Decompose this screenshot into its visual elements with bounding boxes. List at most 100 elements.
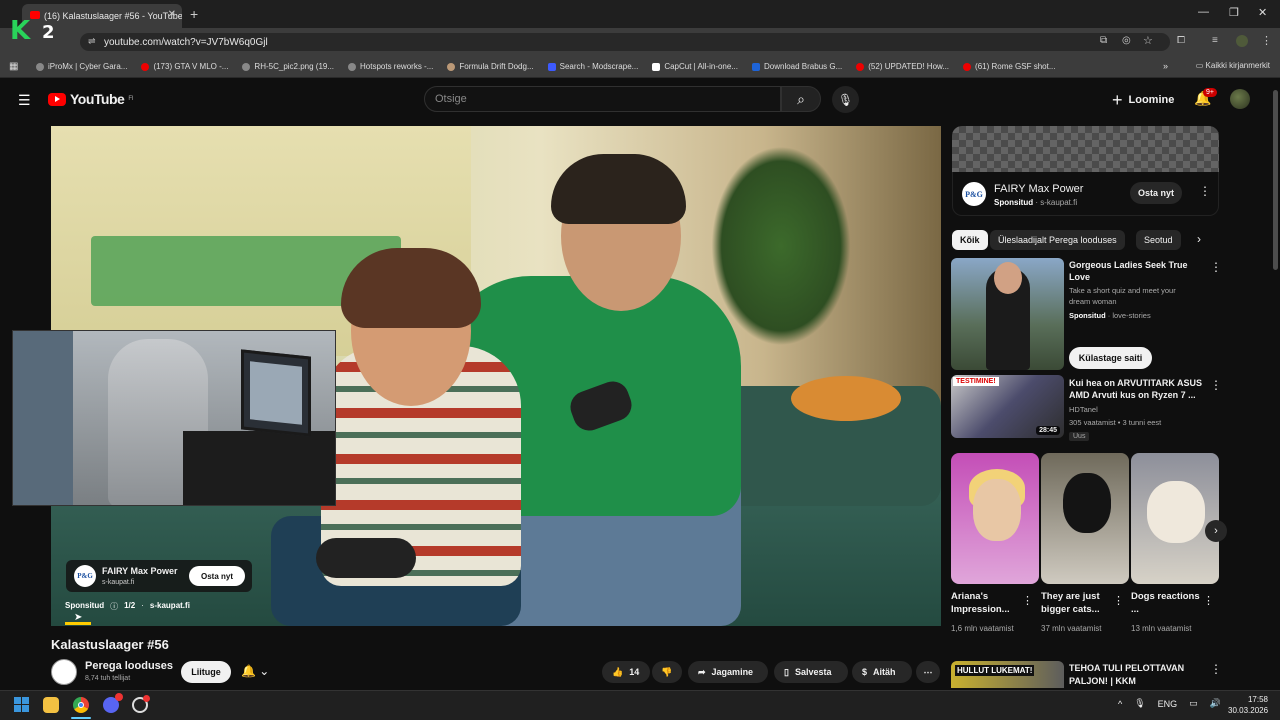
bookmark-item[interactable]: RH-5C_pic2.png (19... — [242, 62, 334, 71]
sidebar-ad-cta-button[interactable]: Osta nyt — [1130, 182, 1182, 204]
bookmark-item[interactable]: Search - Modscrape... — [547, 62, 638, 71]
extensions-icon[interactable]: ⧠ — [1177, 35, 1185, 46]
channel-name[interactable]: Perega looduses — [85, 660, 173, 672]
rec-video-thumbnail[interactable]: HULLUT LUKEMAT! — [951, 661, 1064, 688]
search-input[interactable]: Otsige — [424, 86, 781, 112]
rec-channel[interactable]: HDTanel — [1069, 405, 1098, 414]
all-bookmarks[interactable]: ▭ Kaikki kirjanmerkit — [1196, 61, 1270, 70]
short-title[interactable]: Dogs reactions ... — [1131, 590, 1203, 616]
youtube-icon — [141, 62, 150, 71]
network-icon[interactable]: ▭ — [1189, 698, 1198, 709]
short-title[interactable]: They are just bigger cats... — [1041, 590, 1113, 616]
windows-start-icon[interactable] — [14, 697, 29, 712]
browser-menu-icon[interactable]: ⋮ — [1261, 34, 1272, 47]
k2-letter: K — [10, 16, 31, 46]
rec-ad-thumbnail[interactable] — [951, 258, 1064, 370]
url-bar[interactable]: youtube.com/watch?v=JV7bW6q0Gjl — [80, 33, 1170, 51]
ad-advertiser: FAIRY Max Power — [102, 566, 178, 576]
channel-avatar[interactable] — [51, 659, 77, 685]
account-avatar[interactable] — [1230, 89, 1250, 109]
more-options-icon[interactable]: ⋮ — [1113, 594, 1124, 607]
sponsored-label: Sponsitud — [994, 198, 1034, 207]
short-thumbnail[interactable] — [1041, 453, 1129, 584]
share-button[interactable]: ➦ Jagamine — [688, 661, 768, 683]
short-title[interactable]: Ariana's Impression... — [951, 590, 1023, 616]
input-language[interactable]: ENG — [1158, 699, 1178, 709]
bookmark-item[interactable]: (61) Rome GSF shot... — [963, 62, 1056, 71]
ad-cta-button[interactable]: Osta nyt — [189, 566, 245, 586]
create-button[interactable]: + Loomine — [1112, 90, 1174, 110]
sidebar-ad-banner[interactable] — [952, 126, 1219, 172]
bookmark-item[interactable]: CapCut | All-in-one... — [652, 62, 738, 71]
video-duration: 28:45 — [1036, 426, 1060, 435]
maximize-icon[interactable]: ❐ — [1229, 6, 1239, 19]
file-explorer-icon[interactable] — [43, 697, 59, 713]
site-info-icon[interactable]: ⇌ — [88, 36, 96, 47]
tray-overflow-icon[interactable]: ^ — [1118, 699, 1122, 709]
scrollbar-thumb[interactable] — [1273, 90, 1278, 270]
dislike-button[interactable]: 👎 — [652, 661, 682, 683]
close-window-icon[interactable]: ✕ — [1258, 6, 1267, 19]
bookmark-star-icon[interactable]: ☆ — [1143, 34, 1153, 47]
thumb-cat — [1063, 473, 1111, 533]
tracking-icon[interactable]: ◎ — [1122, 35, 1131, 46]
minimize-icon[interactable]: — — [1198, 6, 1209, 18]
more-actions-icon[interactable]: ⋯ — [916, 661, 940, 683]
chrome-icon[interactable] — [73, 697, 89, 713]
visit-site-button[interactable]: Külastage saiti — [1069, 347, 1152, 369]
microphone-icon[interactable]: 🎙 — [1134, 698, 1145, 709]
profile-icon[interactable] — [1236, 35, 1248, 47]
obs-icon[interactable] — [132, 695, 150, 713]
cam-wall — [13, 331, 73, 505]
taskbar-clock[interactable]: 17:58 30.03.2026 — [1228, 694, 1268, 716]
bookmark-item[interactable]: (173) GTA V MLO -... — [141, 62, 228, 71]
subscription-bell-icon[interactable]: 🔔 ⌄ — [241, 664, 269, 678]
chevron-right-icon[interactable]: › — [1197, 232, 1201, 246]
new-tab-icon[interactable]: + — [190, 6, 198, 22]
bookmark-item[interactable]: Hotspots reworks -... — [348, 62, 433, 71]
bookmark-item[interactable]: Formula Drift Dodg... — [447, 62, 534, 71]
chip-from-uploader[interactable]: Üleslaadijalt Perega looduses — [990, 230, 1125, 250]
rec-video-title[interactable]: TEHOA TULI PELOTTAVAN PALJON! | KKM — [1069, 662, 1209, 688]
media-icon[interactable]: ≡ — [1212, 35, 1218, 46]
bookmarks-overflow-icon[interactable]: » — [1163, 61, 1168, 71]
more-options-icon[interactable]: ⋮ — [1210, 378, 1222, 392]
monitor — [241, 349, 311, 437]
more-options-icon[interactable]: ⋮ — [1199, 184, 1211, 198]
apps-grid-icon[interactable]: ▦ — [9, 61, 18, 72]
volume-icon[interactable]: 🔊 — [1210, 698, 1221, 709]
more-options-icon[interactable]: ⋮ — [1022, 594, 1033, 607]
short-thumbnail[interactable] — [1131, 453, 1219, 584]
chip-all[interactable]: Kõik — [952, 230, 988, 250]
more-options-icon[interactable]: ⋮ — [1203, 594, 1214, 607]
youtube-logo[interactable]: YouTube FI — [48, 91, 133, 107]
rec-video-thumbnail[interactable]: TESTIMINE! 28:45 — [951, 375, 1064, 438]
rec-ad-title[interactable]: Gorgeous Ladies Seek True Love — [1069, 259, 1209, 283]
bookmark-item[interactable]: (52) UPDATED! How... — [856, 62, 949, 71]
bookmark-item[interactable]: iProMx | Cyber Gara... — [36, 62, 127, 71]
like-button[interactable]: 👍 14 — [602, 661, 650, 683]
chip-related[interactable]: Seotud — [1136, 230, 1181, 250]
thanks-button[interactable]: $ Aitäh — [852, 661, 912, 683]
shorts-next-icon[interactable]: › — [1205, 520, 1227, 542]
more-options-icon[interactable]: ⋮ — [1210, 662, 1222, 676]
ad-status: Sponsitud ⓘ 1/2 · s-kaupat.fi — [65, 601, 190, 612]
voice-search-button[interactable]: 🎙 — [832, 86, 859, 113]
scene-man-hair — [551, 154, 686, 224]
more-options-icon[interactable]: ⋮ — [1210, 260, 1222, 274]
hamburger-menu-icon[interactable]: ☰ — [18, 92, 31, 109]
rec-video-title[interactable]: Kui hea on ARVUTITARK ASUS AMD Arvuti ku… — [1069, 377, 1205, 401]
info-icon[interactable]: ⓘ — [110, 601, 118, 612]
bookmark-item[interactable]: Download Brabus G... — [752, 62, 842, 71]
install-icon[interactable]: ⧉ — [1100, 35, 1107, 46]
short-thumbnail[interactable] — [951, 453, 1039, 584]
search-button[interactable]: ⌕ — [781, 86, 821, 112]
close-tab-icon[interactable]: ✕ — [168, 9, 176, 20]
page-scrollbar[interactable] — [1270, 80, 1280, 690]
save-button[interactable]: ▯ Salvesta — [774, 661, 848, 683]
all-bookmarks-label: Kaikki kirjanmerkit — [1205, 61, 1270, 70]
discord-icon[interactable] — [103, 693, 123, 713]
bookmark-label: (173) GTA V MLO -... — [153, 62, 229, 71]
subscribe-button[interactable]: Liituge — [181, 661, 231, 683]
ad-status-domain[interactable]: s-kaupat.fi — [150, 601, 190, 612]
